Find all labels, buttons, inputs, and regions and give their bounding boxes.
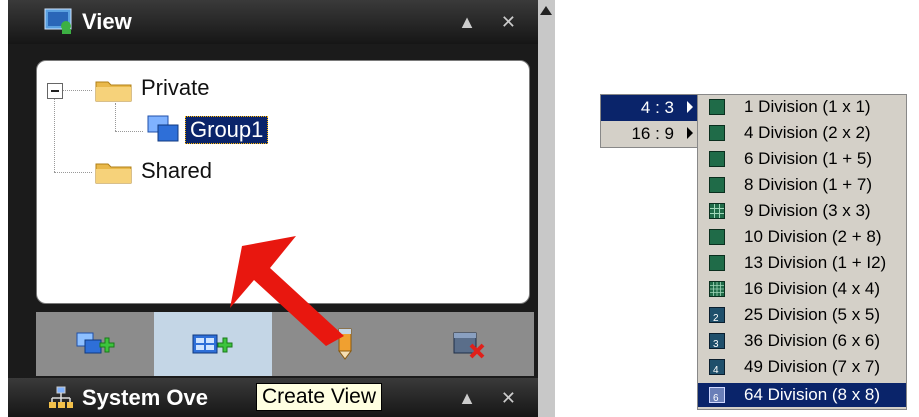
division-item-label: 36 Division (6 x 6) xyxy=(744,331,881,350)
division-item-10[interactable]: 10 Division (2 + 8) xyxy=(698,225,906,249)
tree-line xyxy=(54,98,55,172)
division-item-4[interactable]: 4 Division (2 x 2) xyxy=(698,121,906,145)
division-item-label: 49 Division (7 x 7) xyxy=(744,357,881,376)
chevron-right-icon xyxy=(687,101,693,113)
division-item-6[interactable]: 6 Division (1 + 5) xyxy=(698,147,906,171)
layout-8x8-icon: 6 xyxy=(709,387,725,403)
layout-4x4-icon xyxy=(709,281,725,297)
division-item-8[interactable]: 8 Division (1 + 7) xyxy=(698,173,906,197)
division-item-9[interactable]: 9 Division (3 x 3) xyxy=(698,199,906,223)
svg-text:2: 2 xyxy=(713,313,719,323)
view-panel: View ▲ ✕ Private Group1 Shared System Ov… xyxy=(0,0,555,417)
division-item-label: 64 Division (8 x 8) xyxy=(744,385,881,404)
division-item-1[interactable]: 1 Division (1 x 1) xyxy=(698,95,906,119)
svg-text:6: 6 xyxy=(713,393,719,403)
folder-icon xyxy=(95,81,132,102)
ratio-item-label: 16 : 9 xyxy=(631,124,674,143)
tree-node-shared[interactable]: Shared xyxy=(141,158,212,184)
division-item-label: 1 Division (1 x 1) xyxy=(744,97,871,116)
ratio-item-16-9[interactable]: 16 : 9 xyxy=(601,121,698,147)
tree-line xyxy=(54,172,92,173)
group-icon xyxy=(147,115,179,142)
tree-node-private[interactable]: Private xyxy=(141,75,209,101)
svg-text:4: 4 xyxy=(713,365,719,375)
division-item-label: 25 Division (5 x 5) xyxy=(744,305,881,324)
division-item-label: 4 Division (2 x 2) xyxy=(744,123,871,142)
tree-line xyxy=(62,90,92,91)
view-titlebar: View ▲ ✕ xyxy=(8,0,538,44)
layout-1-plus-5-icon xyxy=(709,151,725,167)
layout-7x7-icon: 4 xyxy=(709,359,725,375)
layout-3x3-icon xyxy=(709,203,725,219)
division-menu: 1 Division (1 x 1) 4 Division (2 x 2) 6 … xyxy=(697,94,907,410)
layout-6x6-icon: 3 xyxy=(709,333,725,349)
view-panel-icon xyxy=(44,8,72,34)
layout-2x2-icon xyxy=(709,125,725,141)
view-title-buttons[interactable]: ▲ ✕ xyxy=(458,12,526,33)
division-item-36[interactable]: 3 36 Division (6 x 6) xyxy=(698,329,906,353)
collapse-icon[interactable] xyxy=(47,83,63,99)
division-item-label: 9 Division (3 x 3) xyxy=(744,201,871,220)
division-item-16[interactable]: 16 Division (4 x 4) xyxy=(698,277,906,301)
division-item-label: 13 Division (1 + I2) xyxy=(744,253,887,272)
delete-icon xyxy=(453,332,485,359)
division-item-label: 16 Division (4 x 4) xyxy=(744,279,881,298)
group-add-icon xyxy=(76,332,115,354)
layout-1x1-icon xyxy=(709,99,725,115)
layout-1-plus-7-icon xyxy=(709,177,725,193)
aspect-ratio-menu: 4 : 3 16 : 9 xyxy=(600,94,699,148)
layout-5x5-icon: 2 xyxy=(709,307,725,323)
tree-line xyxy=(115,131,143,132)
ratio-item-label: 4 : 3 xyxy=(640,98,674,117)
svg-text:3: 3 xyxy=(713,339,719,349)
scroll-up-icon[interactable] xyxy=(540,6,552,15)
folder-icon xyxy=(95,163,132,184)
division-item-label: 10 Division (2 + 8) xyxy=(744,227,882,246)
network-icon xyxy=(49,386,73,408)
division-item-label: 8 Division (1 + 7) xyxy=(744,175,873,194)
tree-line xyxy=(115,103,116,131)
division-item-13[interactable]: 13 Division (1 + I2) xyxy=(698,251,906,275)
division-item-25[interactable]: 2 25 Division (5 x 5) xyxy=(698,303,906,327)
pointer-arrow-icon xyxy=(230,236,344,346)
delete-view-button[interactable] xyxy=(410,312,528,376)
division-item-49[interactable]: 4 49 Division (7 x 7) xyxy=(698,355,906,379)
system-overview-title-buttons[interactable]: ▲ ✕ xyxy=(458,388,526,409)
division-item-label: 6 Division (1 + 5) xyxy=(744,149,873,168)
tree-node-group1[interactable]: Group1 xyxy=(185,116,269,144)
create-view-tooltip: Create View xyxy=(256,383,383,411)
add-group-button[interactable] xyxy=(36,312,154,376)
ratio-item-4-3[interactable]: 4 : 3 xyxy=(601,95,698,121)
layout-1-plus-12-icon xyxy=(709,255,725,271)
layout-2-plus-8-icon xyxy=(709,229,725,245)
system-overview-title: System Ove xyxy=(82,385,208,410)
chevron-right-icon xyxy=(687,127,693,139)
division-item-64[interactable]: 6 64 Division (8 x 8) xyxy=(698,383,906,407)
view-title: View xyxy=(82,9,132,34)
scrollbar[interactable] xyxy=(538,0,555,417)
